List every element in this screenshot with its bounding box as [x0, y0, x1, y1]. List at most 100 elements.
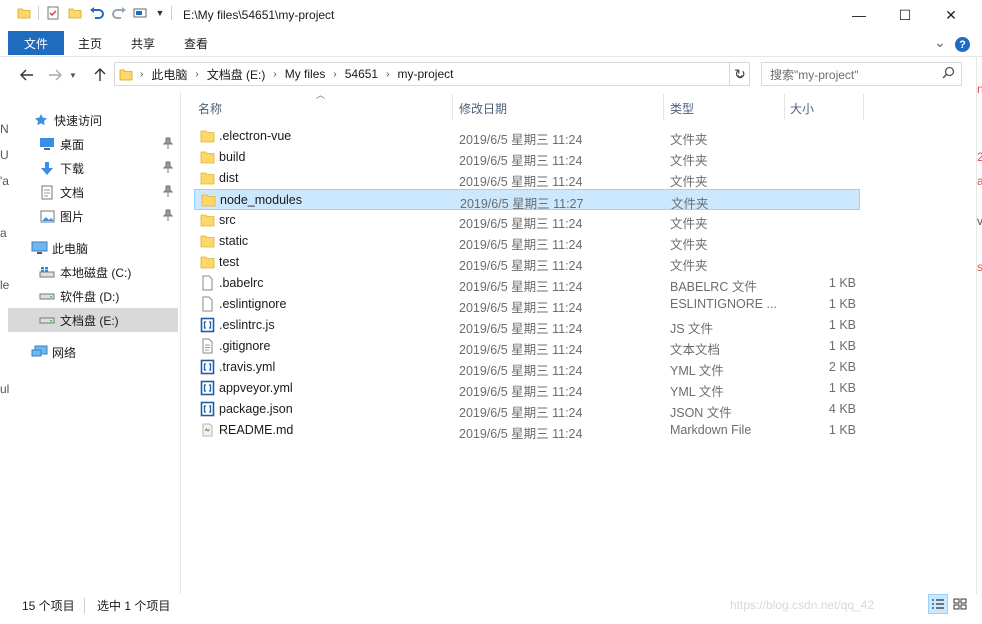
- search-input[interactable]: 搜索"my-project": [761, 62, 962, 86]
- file-row[interactable]: .eslintignore 2019/6/5 星期三 11:24 ESLINTIGN…: [194, 294, 860, 315]
- pin-icon[interactable]: [162, 161, 174, 175]
- file-date: 2019/6/5 星期三 11:24: [459, 154, 583, 168]
- column-separator[interactable]: [863, 94, 864, 120]
- file-name: .gitignore: [219, 339, 271, 353]
- forward-arrow-icon[interactable]: [44, 66, 66, 84]
- file-row[interactable]: build 2019/6/5 星期三 11:24 文件夹: [194, 147, 860, 168]
- file-row[interactable]: src 2019/6/5 星期三 11:24 文件夹: [194, 210, 860, 231]
- file-date: 2019/6/5 星期三 11:24: [459, 238, 583, 252]
- status-separator: [84, 598, 85, 614]
- redo-icon[interactable]: [111, 5, 127, 21]
- address-bar[interactable]: › 此电脑 › 文档盘 (E:) › My files › 54651 › my…: [114, 62, 750, 86]
- pane-divider[interactable]: [180, 92, 181, 594]
- breadcrumb-drive-e[interactable]: 文档盘 (E:): [202, 66, 271, 83]
- file-name: src: [219, 213, 236, 227]
- file-type: JS 文件: [670, 322, 714, 336]
- file-size: 1 KB: [828, 276, 856, 290]
- nav-quick-access[interactable]: 快速访问: [8, 108, 178, 132]
- column-separator[interactable]: [663, 94, 664, 120]
- tab-share[interactable]: 共享: [131, 31, 155, 55]
- file-date: 2019/6/5 星期三 11:24: [459, 385, 583, 399]
- new-folder-icon[interactable]: [67, 5, 83, 21]
- breadcrumb-chevron-icon[interactable]: ›: [330, 69, 339, 80]
- maximize-button[interactable]: ☐: [882, 0, 928, 30]
- search-placeholder: 搜索"my-project": [770, 67, 859, 82]
- details-view-icon[interactable]: [928, 594, 948, 614]
- file-row[interactable]: appveyor.yml 2019/6/5 星期三 11:24 YML 文件 1 KB: [194, 378, 860, 399]
- file-date: 2019/6/5 星期三 11:24: [459, 259, 583, 273]
- file-name: dist: [219, 171, 239, 185]
- desktop-icon: [38, 136, 56, 152]
- nav-drive-d[interactable]: 软件盘 (D:): [8, 284, 178, 308]
- nav-desktop[interactable]: 桌面: [8, 132, 178, 156]
- file-row[interactable]: .babelrc 2019/6/5 星期三 11:24 BABELRC 文件 1 KB: [194, 273, 860, 294]
- tab-view[interactable]: 查看: [184, 31, 208, 55]
- file-row[interactable]: README.md 2019/6/5 星期三 11:24 Markdown File…: [194, 420, 860, 441]
- folder-icon: [200, 254, 215, 270]
- status-item-count: 15 个项目: [22, 598, 75, 613]
- file-row[interactable]: .travis.yml 2019/6/5 星期三 11:24 YML 文件 2 KB: [194, 357, 860, 378]
- background-page-fragment: a: [977, 174, 982, 188]
- breadcrumb-chevron-icon[interactable]: ›: [270, 69, 279, 80]
- refresh-icon[interactable]: ↻: [729, 62, 750, 86]
- file-type: JSON 文件: [670, 406, 732, 420]
- breadcrumb-my-files[interactable]: My files: [280, 67, 331, 81]
- file-row[interactable]: .gitignore 2019/6/5 星期三 11:24 文本文档 1 KB: [194, 336, 860, 357]
- up-arrow-icon[interactable]: [89, 66, 111, 84]
- tab-file[interactable]: 文件: [8, 31, 64, 55]
- undo-icon[interactable]: [89, 5, 105, 21]
- pin-icon[interactable]: [162, 209, 174, 223]
- recent-locations-chevron-icon[interactable]: ▼: [66, 66, 80, 84]
- file-row[interactable]: .eslintrc.js 2019/6/5 星期三 11:24 JS 文件 1 KB: [194, 315, 860, 336]
- markdown-file-icon: [200, 422, 215, 438]
- close-button[interactable]: ✕: [928, 0, 974, 30]
- back-arrow-icon[interactable]: [16, 66, 38, 84]
- properties-icon[interactable]: [45, 5, 61, 21]
- column-header-type[interactable]: 类型: [670, 96, 780, 120]
- file-row[interactable]: dist 2019/6/5 星期三 11:24 文件夹: [194, 168, 860, 189]
- file-row[interactable]: node_modules 2019/6/5 星期三 11:27 文件夹: [194, 189, 860, 211]
- customize-toolbar-chevron-icon[interactable]: ▼: [155, 5, 165, 21]
- folder-icon: [200, 233, 215, 249]
- nav-downloads[interactable]: 下载: [8, 156, 178, 180]
- file-row[interactable]: package.json 2019/6/5 星期三 11:24 JSON 文件 4 K…: [194, 399, 860, 420]
- column-separator[interactable]: [784, 94, 785, 120]
- minimize-button[interactable]: —: [836, 0, 882, 30]
- pin-icon[interactable]: [162, 185, 174, 199]
- breadcrumb-chevron-icon[interactable]: ›: [192, 69, 201, 80]
- breadcrumb-54651[interactable]: 54651: [340, 67, 383, 81]
- nav-pictures[interactable]: 图片: [8, 204, 178, 228]
- nav-drive-e[interactable]: 文档盘 (E:): [8, 308, 178, 332]
- breadcrumb-chevron-icon[interactable]: ›: [383, 69, 392, 80]
- file-date: 2019/6/5 星期三 11:24: [459, 322, 583, 336]
- nav-label: 网络: [52, 345, 77, 360]
- large-icons-view-icon[interactable]: [950, 594, 970, 614]
- file-name: package.json: [219, 402, 293, 416]
- column-header-date[interactable]: 修改日期: [459, 96, 659, 120]
- nav-drive-c[interactable]: 本地磁盘 (C:): [8, 260, 178, 284]
- tab-home[interactable]: 主页: [78, 31, 102, 55]
- column-separator[interactable]: [452, 94, 453, 120]
- file-row[interactable]: test 2019/6/5 星期三 11:24 文件夹: [194, 252, 860, 273]
- file-name: .babelrc: [219, 276, 264, 290]
- search-icon[interactable]: [942, 66, 955, 82]
- nav-documents[interactable]: 文档: [8, 180, 178, 204]
- column-header-name[interactable]: 名称: [198, 96, 448, 120]
- file-row[interactable]: static 2019/6/5 星期三 11:24 文件夹: [194, 231, 860, 252]
- breadcrumb-my-project[interactable]: my-project: [392, 67, 458, 81]
- nav-network[interactable]: 网络: [8, 340, 178, 364]
- nav-this-pc[interactable]: 此电脑: [8, 236, 178, 260]
- file-row[interactable]: .electron-vue 2019/6/5 星期三 11:24 文件夹: [194, 126, 860, 147]
- file-type: YML 文件: [670, 364, 724, 378]
- breadcrumb-this-pc[interactable]: 此电脑: [146, 66, 192, 83]
- pin-icon[interactable]: [162, 137, 174, 151]
- file-date: 2019/6/5 星期三 11:24: [459, 406, 583, 420]
- rename-icon[interactable]: [133, 5, 149, 21]
- navigation-pane: 快速访问 桌面 下载 文档 图片 此电脑 本地磁盘 (C:) 软件盘 (D:) …: [8, 96, 178, 590]
- breadcrumb-chevron-icon[interactable]: ›: [137, 69, 146, 80]
- nav-label: 软件盘 (D:): [60, 289, 120, 304]
- column-header-size[interactable]: 大小: [790, 96, 860, 120]
- background-page-fragment: s: [977, 260, 982, 274]
- expand-ribbon-chevron-icon[interactable]: ⌄: [934, 34, 946, 51]
- help-icon[interactable]: ?: [955, 37, 970, 52]
